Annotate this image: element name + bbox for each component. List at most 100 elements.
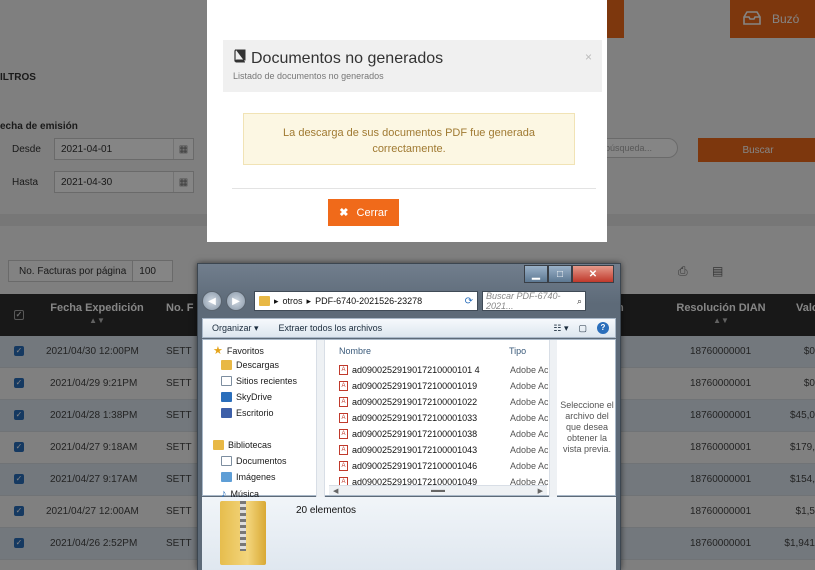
explorer-content: ★ Favoritos Descargas Sitios recientes S… [202,339,616,497]
file-name: ad09002529190172100001046 [352,461,478,471]
breadcrumb-item[interactable]: otros [283,296,303,306]
preview-pane-icon[interactable]: ▢ [578,323,587,334]
cerrar-label: Cerrar [356,206,388,219]
preview-pane: Seleccione el archivo del que desea obte… [560,400,614,454]
file-name: ad0900252919017210000101 4 [352,365,480,375]
organize-menu[interactable]: Organizar ▾ [212,323,259,334]
documents-icon [221,456,232,466]
col-type[interactable]: Tipo [509,346,526,356]
file-list-scrollbar[interactable] [549,340,557,497]
pdf-file-icon: A [339,445,348,455]
explorer-search-input[interactable]: Buscar PDF-6740-2021... ⌕ [482,291,586,311]
breadcrumb-separator-icon: ▸ [274,295,279,306]
modal-title: Documentos no generados [233,49,592,68]
nav-pane-scrollbar[interactable] [316,340,324,497]
refresh-icon[interactable]: ⟳ [465,296,473,307]
pdf-file-icon: A [339,429,348,439]
star-icon: ★ [213,345,223,357]
file-type: Adobe Acr [510,365,548,375]
window-controls: ▁ □ ✕ [524,265,614,283]
nav-skydrive[interactable]: SkyDrive [221,392,272,402]
folder-icon [259,296,270,306]
file-explorer-window: ▁ □ ✕ ◀ ▶ ▸ otros ▸ PDF-6740-2021526-232… [197,263,621,570]
nav-escritorio-label: Escritorio [236,408,274,418]
x-icon: ✖ [339,207,349,219]
modal-divider [232,188,596,189]
file-item[interactable]: A ad09002529190172100001046 [339,461,477,471]
nav-sitios[interactable]: Sitios recientes [221,376,297,386]
col-name[interactable]: Nombre [339,346,371,356]
desktop-icon [221,408,232,418]
minimize-icon[interactable]: ▁ [524,265,548,283]
file-name: ad09002529190172100001038 [352,429,478,439]
nav-skydrive-label: SkyDrive [236,392,273,402]
nav-bibliotecas[interactable]: Bibliotecas [213,440,272,450]
details-pane: 20 elementos [202,497,616,570]
view-options-icon[interactable]: ☷ ▾ [553,323,568,334]
pdf-file-icon: A [339,413,348,423]
back-arrow-icon[interactable]: ◀ [202,291,222,311]
file-item[interactable]: A ad09002529190172100001043 [339,445,477,455]
breadcrumb-separator-icon: ▸ [306,295,312,306]
pdf-file-icon: A [339,381,348,391]
maximize-icon[interactable]: □ [548,265,572,283]
file-list-hscrollbar[interactable]: ◀ ▬▬ ▶ [329,485,547,495]
downloads-folder-icon [221,360,232,370]
nav-bibliotecas-label: Bibliotecas [228,440,272,450]
pdf-file-icon: A [339,365,348,375]
file-type: Adobe Acr [510,413,548,423]
file-item[interactable]: A ad09002529190172100001019 [339,381,477,391]
pdf-file-icon: A [339,397,348,407]
modal-title-text: Documentos no generados [251,49,444,67]
scroll-right-icon[interactable]: ▶ [538,487,543,495]
extract-all-button[interactable]: Extraer todos los archivos [279,323,383,333]
music-icon: ♪ [221,488,227,497]
explorer-search-placeholder: Buscar PDF-6740-2021... [486,291,561,311]
breadcrumb-item[interactable]: PDF-6740-2021526-23278 [315,296,422,306]
book-icon [233,49,247,68]
file-name: ad09002529190172100001033 [352,413,478,423]
close-window-icon[interactable]: ✕ [572,265,614,283]
file-type: Adobe Acr [510,397,548,407]
cerrar-button[interactable]: ✖ Cerrar [328,199,399,226]
nav-favorites[interactable]: ★ Favoritos [213,344,264,357]
help-icon[interactable]: ? [597,322,609,334]
navigation-pane: ★ Favoritos Descargas Sitios recientes S… [203,340,325,497]
file-type: Adobe Acr [510,461,548,471]
file-item[interactable]: A ad09002529190172100001022 [339,397,477,407]
navigation-bar: ◀ ▶ ▸ otros ▸ PDF-6740-2021526-23278 ⟳ B… [202,288,616,314]
file-item[interactable]: A ad09002529190172100001033 [339,413,477,423]
file-type: Adobe Acr [510,429,548,439]
file-type: Adobe Acr [510,381,548,391]
address-bar[interactable]: ▸ otros ▸ PDF-6740-2021526-23278 ⟳ [254,291,478,311]
modal-subtitle: Listado de documentos no generados [233,71,384,81]
close-icon[interactable]: × [585,50,592,64]
scroll-left-icon[interactable]: ◀ [333,487,338,495]
file-name: ad09002529190172100001019 [352,381,478,391]
nav-favorites-label: Favoritos [226,345,264,356]
toolbar-right: ☷ ▾ ▢ ? [553,322,615,334]
nav-musica[interactable]: ♪ Música [221,488,259,497]
explorer-toolbar: Organizar ▾ Extraer todos los archivos ☷… [202,318,616,338]
success-alert: La descarga de sus documentos PDF fue ge… [243,113,575,165]
nav-documentos[interactable]: Documentos [221,456,287,466]
nav-imagenes[interactable]: Imágenes [221,472,276,482]
search-icon: ⌕ [576,295,582,306]
nav-descargas[interactable]: Descargas [221,360,279,370]
file-name: ad09002529190172100001043 [352,445,478,455]
nav-documentos-label: Documentos [236,456,287,466]
pictures-icon [221,472,232,482]
nav-imagenes-label: Imágenes [236,472,276,482]
nav-sitios-label: Sitios recientes [236,376,298,386]
file-list-header: Nombre Tipo [329,340,547,358]
nav-musica-label: Música [230,489,260,497]
recent-places-icon [221,376,232,386]
pdf-file-icon: A [339,461,348,471]
modal-header: Documentos no generados Listado de docum… [223,40,602,92]
scroll-thumb[interactable]: ▬▬ [431,487,445,494]
file-item[interactable]: A ad0900252919017210000101 4 [339,365,480,375]
file-item[interactable]: A ad09002529190172100001038 [339,429,477,439]
libraries-icon [213,440,224,450]
forward-arrow-icon[interactable]: ▶ [226,291,246,311]
nav-escritorio[interactable]: Escritorio [221,408,274,418]
